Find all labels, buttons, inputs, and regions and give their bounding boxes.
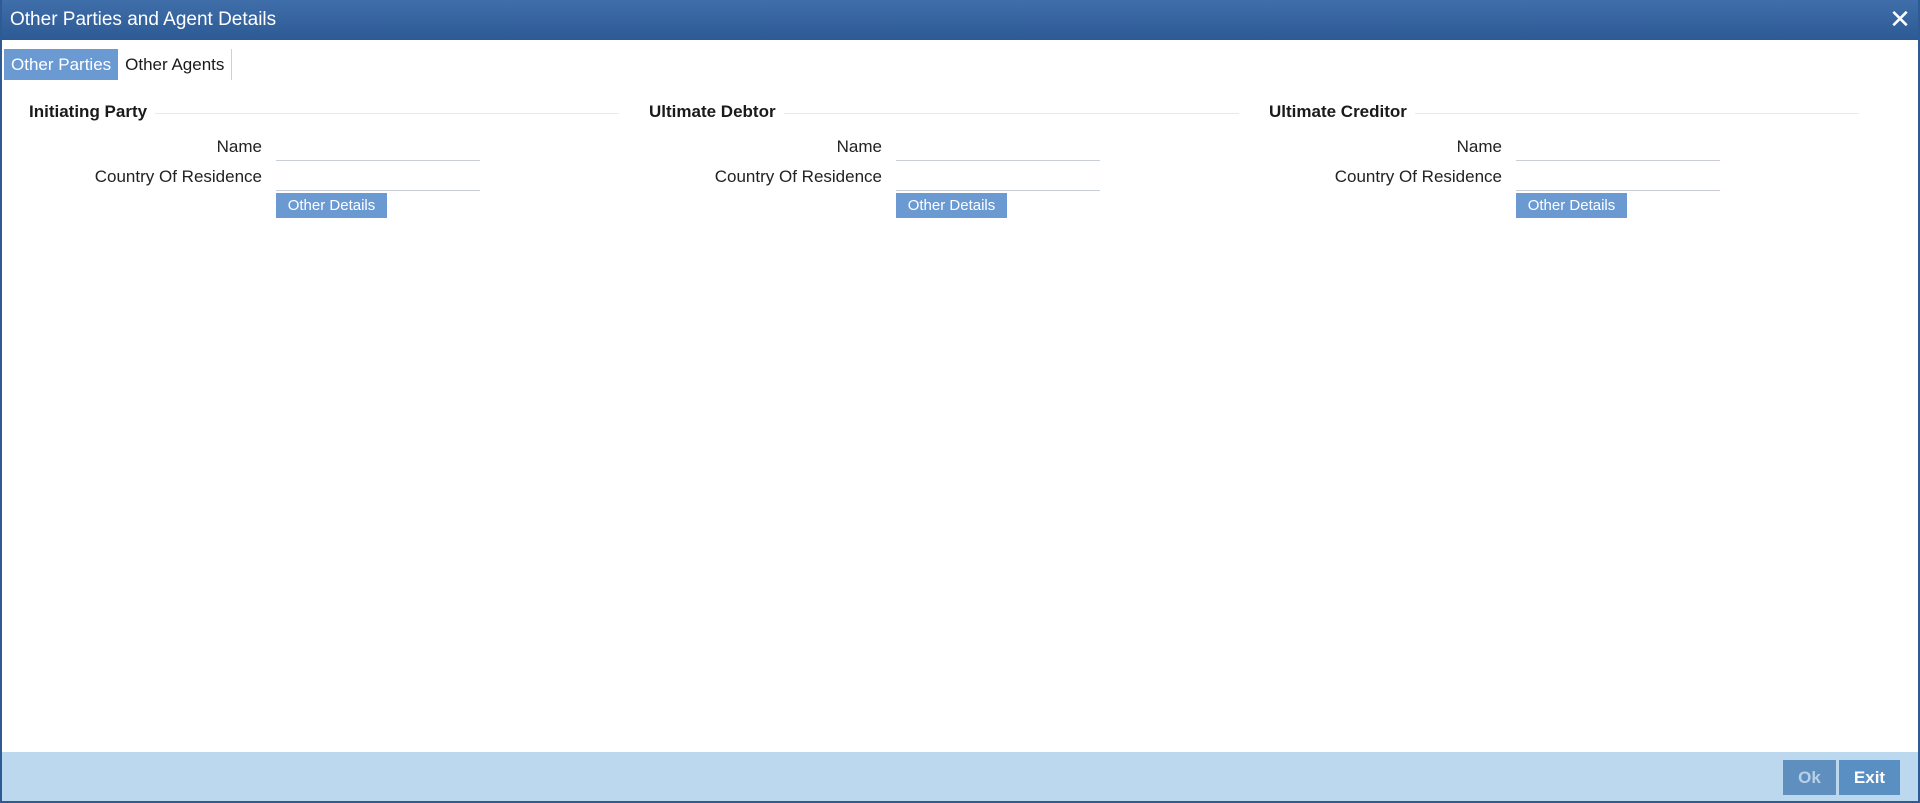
name-row: Name bbox=[649, 133, 1239, 163]
country-label: Country Of Residence bbox=[1334, 167, 1502, 186]
title-bar: Other Parties and Agent Details ✕ bbox=[2, 0, 1918, 40]
name-label: Name bbox=[1456, 137, 1502, 156]
name-input[interactable] bbox=[1516, 133, 1720, 161]
country-row: Country Of Residence bbox=[649, 163, 1239, 193]
country-row: Country Of Residence bbox=[29, 163, 619, 193]
section-header: Ultimate Creditor bbox=[1269, 100, 1859, 124]
ultimate-creditor-section: Ultimate Creditor Name Country Of Reside… bbox=[1269, 100, 1859, 230]
ultimate-debtor-section: Ultimate Debtor Name Country Of Residenc… bbox=[649, 100, 1239, 230]
name-label: Name bbox=[216, 137, 262, 156]
country-input[interactable] bbox=[896, 163, 1100, 191]
section-title: Ultimate Debtor bbox=[649, 102, 784, 122]
other-details-button[interactable]: Other Details bbox=[276, 193, 387, 218]
tab-other-parties[interactable]: Other Parties bbox=[4, 49, 119, 80]
country-label: Country Of Residence bbox=[94, 167, 262, 186]
name-row: Name bbox=[1269, 133, 1859, 163]
close-icon[interactable]: ✕ bbox=[1886, 6, 1914, 34]
section-title: Initiating Party bbox=[29, 102, 156, 122]
ok-button[interactable]: Ok bbox=[1783, 760, 1836, 795]
country-input[interactable] bbox=[1516, 163, 1720, 191]
other-details-button[interactable]: Other Details bbox=[1516, 193, 1627, 218]
section-header: Initiating Party bbox=[29, 100, 619, 124]
dialog-window: Other Parties and Agent Details ✕ Other … bbox=[0, 0, 1920, 803]
initiating-party-section: Initiating Party Name Country Of Residen… bbox=[29, 100, 619, 230]
name-input[interactable] bbox=[896, 133, 1100, 161]
country-input[interactable] bbox=[276, 163, 480, 191]
other-details-button[interactable]: Other Details bbox=[896, 193, 1007, 218]
name-label: Name bbox=[836, 137, 882, 156]
dialog-footer: Ok Exit bbox=[2, 752, 1918, 801]
country-label: Country Of Residence bbox=[714, 167, 882, 186]
country-row: Country Of Residence bbox=[1269, 163, 1859, 193]
tab-other-agents[interactable]: Other Agents bbox=[118, 49, 233, 80]
window-title: Other Parties and Agent Details bbox=[10, 9, 277, 30]
section-title: Ultimate Creditor bbox=[1269, 102, 1415, 122]
tab-bar: Other Parties Other Agents bbox=[4, 49, 233, 80]
name-row: Name bbox=[29, 133, 619, 163]
name-input[interactable] bbox=[276, 133, 480, 161]
exit-button[interactable]: Exit bbox=[1839, 760, 1900, 795]
section-header: Ultimate Debtor bbox=[649, 100, 1239, 124]
